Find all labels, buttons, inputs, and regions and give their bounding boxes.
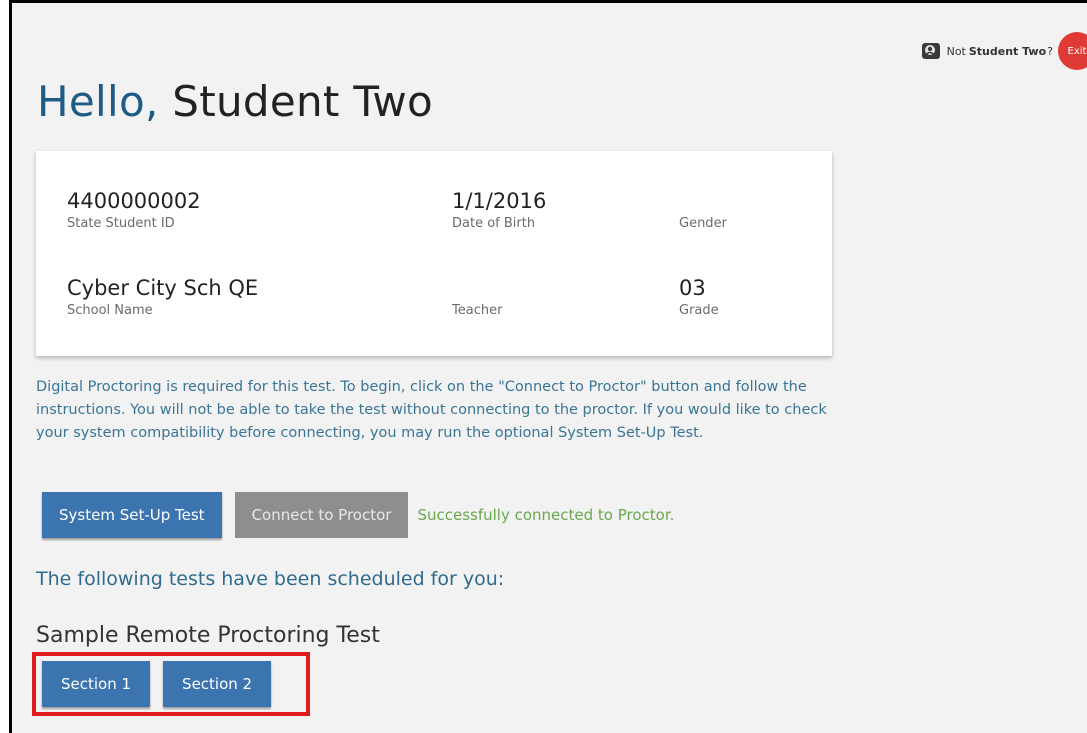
user-bar: Not Student Two ? Exit bbox=[921, 32, 1087, 70]
grade-value: 03 bbox=[679, 276, 706, 300]
school-name-field: Cyber City Sch QE School Name bbox=[67, 275, 258, 320]
school-name-label: School Name bbox=[67, 303, 153, 318]
state-student-id-value: 4400000002 bbox=[67, 189, 201, 213]
section-buttons: Section 1 Section 2 bbox=[42, 661, 272, 707]
teacher-value bbox=[452, 275, 502, 301]
date-of-birth-value: 1/1/2016 bbox=[452, 189, 547, 213]
page-frame: Not Student Two ? Exit Hello, Student Tw… bbox=[9, 0, 1087, 733]
grade-label: Grade bbox=[679, 303, 719, 318]
proctor-actions: System Set-Up Test Connect to Proctor Su… bbox=[42, 492, 674, 538]
grade-field: 03 Grade bbox=[679, 275, 719, 320]
section-1-button[interactable]: Section 1 bbox=[42, 661, 151, 707]
proctoring-instructions: Digital Proctoring is required for this … bbox=[36, 379, 827, 441]
state-student-id-field: 4400000002 State Student ID bbox=[67, 188, 201, 233]
student-info-card: 4400000002 State Student ID 1/1/2016 Dat… bbox=[36, 151, 832, 356]
date-of-birth-label: Date of Birth bbox=[452, 216, 536, 231]
question-mark: ? bbox=[1047, 44, 1053, 58]
date-of-birth-field: 1/1/2016 Date of Birth bbox=[452, 188, 546, 233]
teacher-label: Teacher bbox=[452, 303, 503, 318]
exit-button[interactable]: Exit bbox=[1058, 32, 1087, 70]
greeting-title: Hello, Student Two bbox=[37, 77, 433, 126]
gender-field: Gender bbox=[679, 188, 727, 233]
gender-label: Gender bbox=[679, 216, 727, 231]
connect-to-proctor-button[interactable]: Connect to Proctor bbox=[234, 492, 409, 538]
current-user-name: Student Two bbox=[968, 44, 1047, 58]
test-title: Sample Remote Proctoring Test bbox=[36, 623, 380, 648]
gender-value bbox=[679, 188, 727, 214]
scheduled-tests-heading: The following tests have been scheduled … bbox=[36, 568, 505, 590]
state-student-id-label: State Student ID bbox=[67, 216, 175, 231]
greeting-student-name: Student Two bbox=[172, 77, 434, 126]
not-user-label: Not bbox=[946, 44, 966, 58]
school-name-value: Cyber City Sch QE bbox=[67, 276, 259, 300]
user-avatar-icon bbox=[921, 43, 940, 59]
system-setup-test-button[interactable]: System Set-Up Test bbox=[42, 492, 222, 538]
teacher-field: Teacher bbox=[452, 275, 502, 320]
section-2-button[interactable]: Section 2 bbox=[163, 661, 272, 707]
proctor-connection-status: Successfully connected to Proctor. bbox=[417, 506, 675, 524]
greeting-hello: Hello, bbox=[37, 77, 159, 126]
